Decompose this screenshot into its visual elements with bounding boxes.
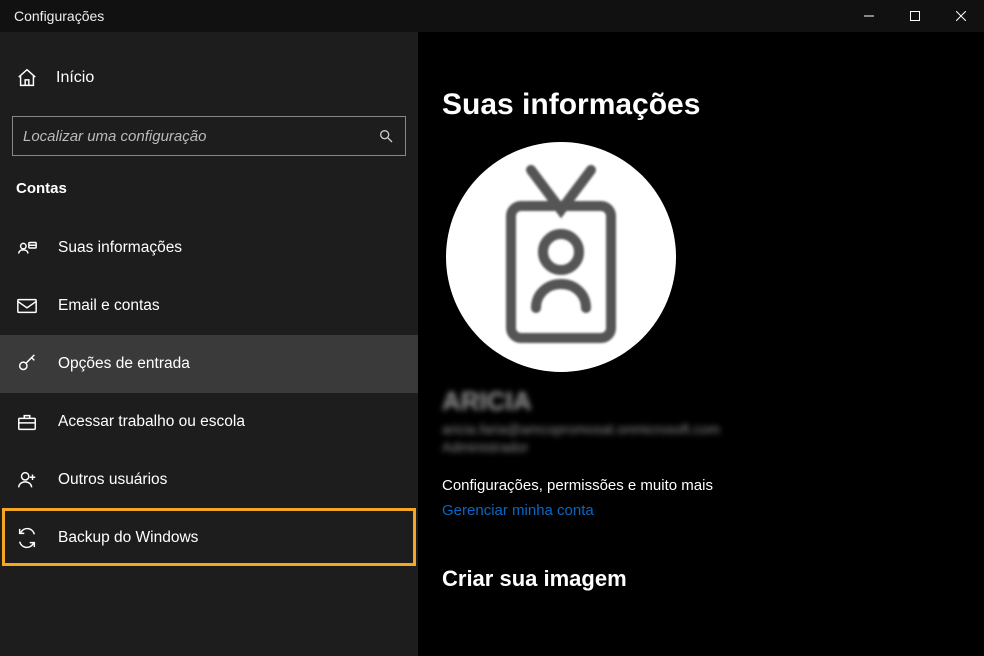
- search-field[interactable]: [23, 128, 377, 145]
- sidebar-nav: Suas informações Email e contas: [0, 219, 418, 567]
- close-button[interactable]: [938, 0, 984, 32]
- sidebar-item-label: Acessar trabalho ou escola: [58, 413, 245, 431]
- sync-icon: [16, 527, 38, 549]
- avatar: [446, 142, 676, 372]
- briefcase-icon: [16, 411, 38, 433]
- sidebar-item-work-school[interactable]: Acessar trabalho ou escola: [0, 393, 418, 451]
- key-icon: [16, 353, 38, 375]
- user-name: ARICIA: [442, 386, 964, 417]
- sidebar-item-your-info[interactable]: Suas informações: [0, 219, 418, 277]
- sidebar-item-label: Opções de entrada: [58, 355, 190, 373]
- home-label: Início: [56, 69, 94, 87]
- sidebar-item-email-accounts[interactable]: Email e contas: [0, 277, 418, 335]
- sidebar-item-other-users[interactable]: Outros usuários: [0, 451, 418, 509]
- search-icon: [377, 127, 395, 145]
- user-email: aricia.faria@amcopromosat.onmicrosoft.co…: [442, 421, 964, 437]
- search-input[interactable]: [12, 116, 406, 156]
- section-label: Contas: [0, 174, 418, 209]
- sidebar-item-label: Email e contas: [58, 297, 160, 315]
- titlebar: Configurações: [0, 0, 984, 32]
- user-role: Administrador: [442, 439, 964, 455]
- badge-icon: [481, 162, 641, 352]
- main-content: Suas informações ARICIA aricia.faria@amc…: [418, 32, 984, 656]
- maximize-button[interactable]: [892, 0, 938, 32]
- home-button[interactable]: Início: [0, 56, 418, 100]
- sidebar-item-label: Suas informações: [58, 239, 182, 257]
- sidebar-item-signin-options[interactable]: Opções de entrada: [0, 335, 418, 393]
- mail-icon: [16, 295, 38, 317]
- minimize-button[interactable]: [846, 0, 892, 32]
- sidebar-item-backup[interactable]: Backup do Windows: [0, 509, 418, 567]
- sidebar-item-label: Outros usuários: [58, 471, 167, 489]
- window-title: Configurações: [0, 8, 104, 24]
- person-badge-icon: [16, 237, 38, 259]
- sidebar: Início Contas: [0, 32, 418, 656]
- person-add-icon: [16, 469, 38, 491]
- info-more-label: Configurações, permissões e muito mais: [442, 477, 964, 494]
- sidebar-item-label: Backup do Windows: [58, 529, 198, 547]
- page-title: Suas informações: [442, 88, 964, 122]
- manage-account-link[interactable]: Gerenciar minha conta: [442, 502, 594, 519]
- window-controls: [846, 0, 984, 32]
- create-image-heading: Criar sua imagem: [442, 566, 964, 592]
- home-icon: [16, 67, 38, 89]
